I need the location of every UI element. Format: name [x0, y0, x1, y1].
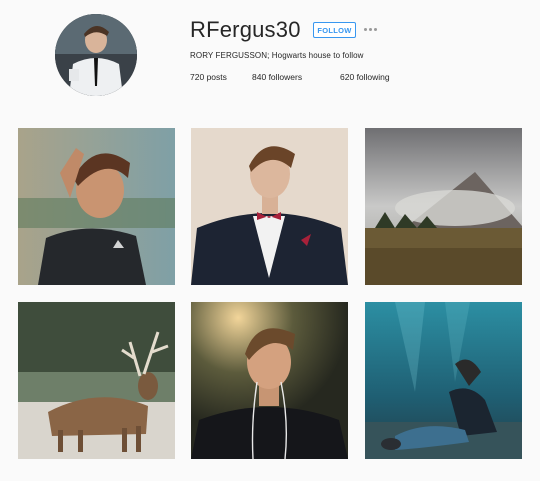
post-tile-boy-touching-hair[interactable] — [18, 128, 175, 285]
post-image — [365, 128, 522, 285]
profile-bio: RORY FERGUSSON; Hogwarts house to follow — [190, 51, 364, 60]
more-options-icon[interactable] — [364, 24, 380, 34]
posts-count: 720 — [190, 72, 205, 82]
followers-stat[interactable]: 840 followers — [252, 72, 340, 82]
profile-stats: 720 posts 840 followers 620 following — [190, 72, 390, 82]
avatar-image — [55, 14, 137, 96]
post-tile-misty-mountain[interactable] — [365, 128, 522, 285]
post-image — [18, 128, 175, 285]
followers-count: 840 — [252, 72, 267, 82]
post-tile-stag-in-field[interactable] — [18, 302, 175, 459]
following-label: following — [356, 72, 390, 82]
post-image — [191, 128, 348, 285]
post-tile-boy-with-earphones[interactable] — [191, 302, 348, 459]
posts-label: posts — [206, 72, 227, 82]
post-image — [191, 302, 348, 459]
post-image — [365, 302, 522, 459]
post-tile-boy-in-tuxedo[interactable] — [191, 128, 348, 285]
username-heading: RFergus30 — [190, 17, 301, 42]
following-count: 620 — [340, 72, 355, 82]
followers-label: followers — [268, 72, 303, 82]
profile-avatar[interactable] — [55, 14, 137, 96]
posts-grid — [18, 128, 522, 460]
posts-stat[interactable]: 720 posts — [190, 72, 252, 82]
following-stat[interactable]: 620 following — [340, 72, 390, 82]
post-image — [18, 302, 175, 459]
post-tile-underwater-figure[interactable] — [365, 302, 522, 459]
follow-button[interactable]: FOLLOW — [313, 22, 356, 38]
